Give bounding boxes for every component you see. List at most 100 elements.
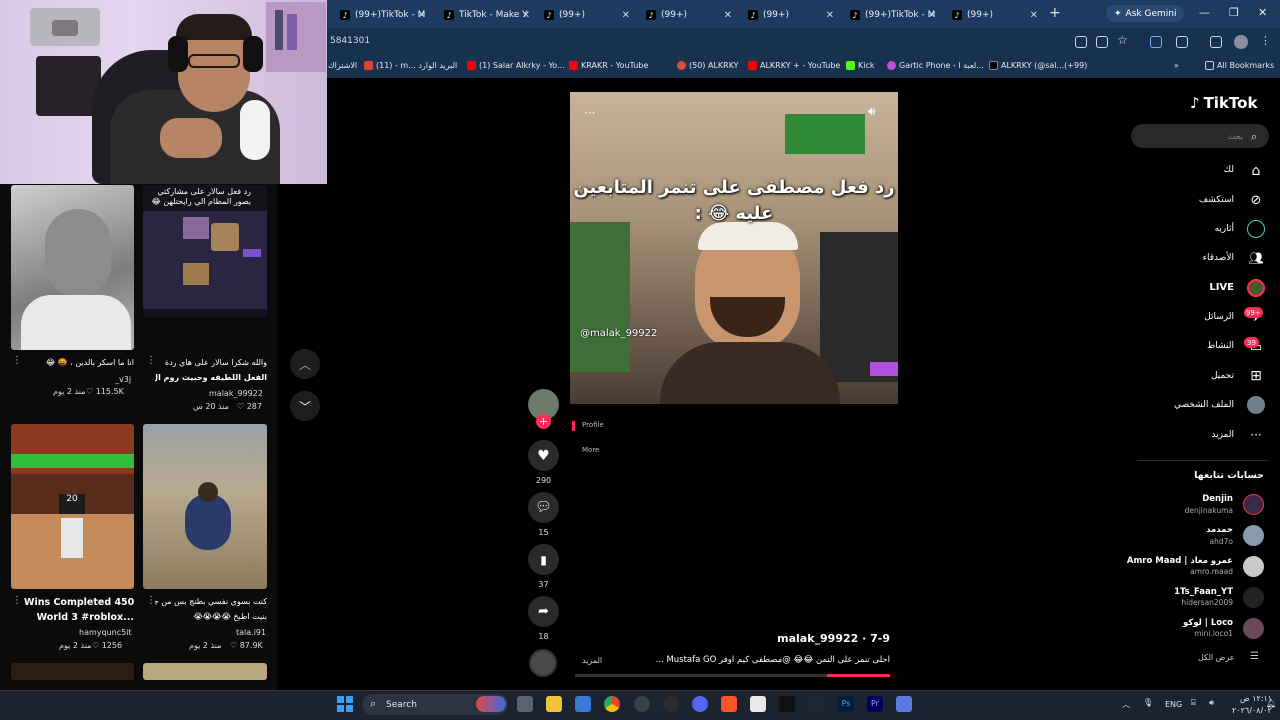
close-window-icon[interactable]: ✕ <box>1258 6 1267 19</box>
following-avatar[interactable] <box>1243 525 1264 546</box>
close-tab-icon[interactable]: ✕ <box>724 10 732 21</box>
translate-icon[interactable] <box>1075 36 1087 48</box>
bookmark-item[interactable]: (1) Salar Alkrky - Yo... <box>467 61 565 70</box>
video-progress-bar[interactable] <box>575 674 890 677</box>
close-tab-icon[interactable]: ✕ <box>826 10 834 21</box>
tray-chevron-icon[interactable]: ︿ <box>1122 699 1130 710</box>
bookmark-item[interactable]: (11) - m... البريد الوارد <box>364 61 457 70</box>
bookmark-item[interactable]: ALKRKY + - YouTube <box>748 61 840 70</box>
more-bookmarks-icon[interactable]: » <box>1174 61 1179 70</box>
close-tab-icon[interactable]: ✕ <box>1030 10 1038 21</box>
store-icon[interactable] <box>575 696 591 712</box>
volume-icon[interactable]: 🔊︎ <box>868 104 876 119</box>
video-thumbnail[interactable] <box>143 663 267 680</box>
share-button[interactable]: ➦ <box>528 596 559 627</box>
install-app-icon[interactable] <box>1096 36 1108 48</box>
nav-profile[interactable]: الملف الشخصي <box>1174 400 1234 410</box>
browser-menu-icon[interactable]: ⋮ <box>1260 34 1271 47</box>
following-name[interactable]: لوكو | Loco <box>1183 618 1233 628</box>
nav-more[interactable]: المزيد <box>1211 430 1234 440</box>
video-options-icon[interactable]: ··· <box>584 106 595 120</box>
nav-for-you[interactable]: لك <box>1224 165 1234 175</box>
following-avatar[interactable] <box>1243 556 1264 577</box>
capcut-icon[interactable] <box>779 696 795 712</box>
new-tab-button[interactable]: + <box>1049 5 1061 21</box>
video-player[interactable]: ··· 🔊︎ <box>570 92 898 404</box>
bookmark-item[interactable]: KRAKR - YouTube <box>569 61 648 70</box>
gemini-icon[interactable] <box>1150 36 1162 48</box>
following-avatar[interactable] <box>1243 618 1264 639</box>
following-name[interactable]: حمدمد <box>1206 525 1233 535</box>
windows-start-icon[interactable] <box>337 696 353 712</box>
browser-tab[interactable]: ♪ TikTok - Make Y ✕ <box>440 4 536 26</box>
bookmark-star-icon[interactable]: ☆ <box>1117 33 1128 47</box>
video-thumbnail[interactable] <box>11 185 134 350</box>
ask-gemini-button[interactable]: ✦ Ask Gemini <box>1106 5 1185 22</box>
video-author[interactable]: malak_99922 <box>209 389 263 398</box>
browser-tab[interactable]: ♪ (99+) ✕ <box>744 4 840 26</box>
nav-explore[interactable]: استكشف <box>1199 195 1234 205</box>
nav-following[interactable]: أثاريه <box>1215 224 1234 234</box>
nav-live[interactable]: LIVE <box>1209 282 1234 293</box>
browser-tab[interactable]: ♪ (99+)TikTok - M ✕ <box>846 4 942 26</box>
url-field[interactable]: 5841301 <box>330 36 370 46</box>
discord-icon[interactable] <box>692 696 708 712</box>
following-name[interactable]: 1Ts_Faan_YT <box>1174 587 1233 597</box>
nav-messages[interactable]: الرسائل <box>1204 312 1234 322</box>
maximize-icon[interactable]: ❐ <box>1229 6 1239 19</box>
video-thumbnail[interactable]: 20 <box>11 424 134 589</box>
nav-upload[interactable]: تحميل <box>1211 371 1234 381</box>
previous-video-button[interactable]: ︿ <box>290 349 320 379</box>
app-icon[interactable] <box>750 696 766 712</box>
steam-icon[interactable] <box>808 696 824 712</box>
following-name[interactable]: Amro Maad | عمرو معاد <box>1127 556 1233 566</box>
see-all-link[interactable]: عرض الكل <box>1198 653 1235 662</box>
browser-tab[interactable]: ♪ (99+)TikTok - M ✕ <box>336 4 432 26</box>
search-input[interactable]: بحث <box>1131 124 1269 148</box>
bookmark-item[interactable]: (50) ALKRKY <box>677 61 739 70</box>
close-tab-icon[interactable]: ✕ <box>418 10 426 21</box>
all-bookmarks[interactable]: All Bookmarks <box>1205 61 1274 70</box>
volume-icon[interactable]: 🔊︎ <box>1209 698 1214 708</box>
app-icon[interactable] <box>634 696 650 712</box>
browser-tab[interactable]: ♪ (99+) ✕ <box>540 4 636 26</box>
app-icon[interactable] <box>663 696 679 712</box>
video-thumbnail[interactable] <box>11 663 134 680</box>
file-explorer-icon[interactable] <box>546 696 562 712</box>
brave-icon[interactable] <box>721 696 737 712</box>
notifications-icon[interactable]: 🔔︎ <box>1266 699 1276 708</box>
following-avatar[interactable] <box>1243 587 1264 608</box>
premiere-icon[interactable]: Pr <box>867 696 883 712</box>
app-icon[interactable] <box>896 696 912 712</box>
follow-plus-button[interactable]: + <box>536 414 551 429</box>
close-tab-icon[interactable]: ✕ <box>622 10 630 21</box>
media-icon[interactable] <box>1210 36 1222 48</box>
task-view-icon[interactable] <box>517 696 533 712</box>
nav-activity[interactable]: النشاط <box>1207 341 1234 351</box>
chrome-icon[interactable] <box>604 696 620 712</box>
more-options-icon[interactable]: ⋮ <box>12 355 22 366</box>
network-icon[interactable]: ⌸ <box>1191 698 1196 708</box>
tiktok-logo[interactable]: ♪ TikTok <box>1190 94 1257 112</box>
comment-button[interactable]: 💬︎ <box>528 492 559 523</box>
video-author[interactable]: _v3j <box>115 375 131 384</box>
video-author[interactable]: tala.i91 <box>236 628 266 637</box>
bookmark-item[interactable]: Kick <box>846 61 875 70</box>
following-avatar[interactable] <box>1243 494 1264 515</box>
search-icon[interactable]: ⌕ <box>1251 130 1257 144</box>
save-button[interactable]: ▮ <box>528 544 559 575</box>
close-tab-icon[interactable]: ✕ <box>522 10 530 21</box>
video-author[interactable]: hamyqunc5it <box>79 628 132 637</box>
profile-avatar[interactable] <box>1234 35 1248 49</box>
browser-tab[interactable]: ♪ (99+) ✕ <box>642 4 738 26</box>
bookmark-item[interactable]: Gartic Phone - لعبة ا... <box>887 61 984 70</box>
like-button[interactable]: ♥ <box>528 440 559 471</box>
photoshop-icon[interactable]: Ps <box>838 696 854 712</box>
video-author-line[interactable]: malak_99922 · 7-9 <box>735 632 890 645</box>
nav-friends[interactable]: الأصدقاء <box>1203 253 1234 263</box>
browser-tab[interactable]: ♪ (99+) ✕ <box>948 4 1044 26</box>
microphone-icon[interactable]: 🎙︎ <box>1143 698 1153 707</box>
extensions-icon[interactable] <box>1176 36 1188 48</box>
bookmark-item[interactable]: ALKRKY (@sal...(+99) <box>989 61 1087 70</box>
language-indicator[interactable]: ENG <box>1165 700 1182 709</box>
